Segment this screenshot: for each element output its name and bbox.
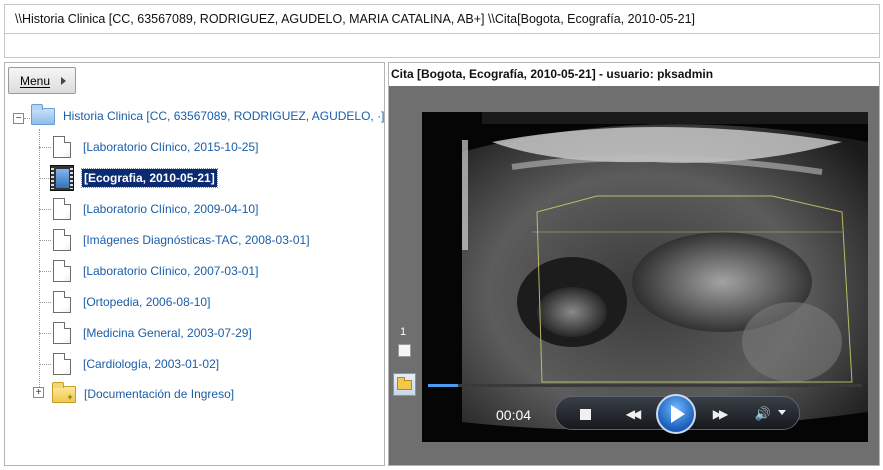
- document-icon: [53, 353, 71, 375]
- tree-folder-label[interactable]: [Documentación de Ingreso]: [82, 385, 236, 403]
- film-icon: [50, 165, 74, 191]
- elapsed-time: 00:04: [496, 407, 532, 423]
- document-icon: [53, 136, 71, 158]
- tree-item[interactable]: [Laboratorio Clínico, 2015-10-25]: [53, 136, 260, 158]
- tree-item-label[interactable]: [Laboratorio Clínico, 2007-03-01]: [81, 262, 260, 280]
- page-number: 1: [400, 326, 407, 338]
- document-icon: [53, 198, 71, 220]
- menu-button[interactable]: Menu: [8, 67, 76, 94]
- open-file-button[interactable]: [393, 373, 416, 396]
- open-folder-icon: [397, 376, 412, 390]
- expand-folder-icon[interactable]: +: [33, 387, 44, 398]
- tree-item-label[interactable]: [Laboratorio Clínico, 2009-04-10]: [81, 200, 260, 218]
- tree-item-label[interactable]: [Medicina General, 2003-07-29]: [81, 324, 254, 342]
- path-text: \\Historia Clinica [CC, 63567089, RODRIG…: [15, 12, 696, 26]
- video-player[interactable]: 00:04 ◀◀ ▶▶ 🔊: [422, 112, 868, 442]
- seek-bar[interactable]: [428, 384, 862, 387]
- ultrasound-frame: [422, 112, 868, 442]
- menu-label: Menu: [20, 73, 51, 88]
- path-bar: \\Historia Clinica [CC, 63567089, RODRIG…: [4, 4, 880, 34]
- document-icon: [53, 322, 71, 344]
- seek-bar-fill: [428, 384, 459, 387]
- collapse-root-icon[interactable]: −: [13, 113, 24, 124]
- folder-icon: +: [52, 381, 76, 403]
- tree-item-label[interactable]: [Cardiología, 2003-01-02]: [81, 355, 221, 373]
- volume-dropdown-icon[interactable]: [778, 410, 786, 415]
- open-folder-icon: [31, 103, 55, 125]
- tree-item[interactable]: [Cardiología, 2003-01-02]: [53, 353, 221, 375]
- tree-item[interactable]: [Laboratorio Clínico, 2009-04-10]: [53, 198, 260, 220]
- fast-forward-button[interactable]: ▶▶: [706, 403, 732, 425]
- playback-controls: ◀◀ ▶▶ 🔊: [555, 394, 800, 434]
- tree-root-label[interactable]: Historia Clinica [CC, 63567089, RODRIGUE…: [61, 107, 386, 125]
- tree-item[interactable]: [Laboratorio Clínico, 2007-03-01]: [53, 260, 260, 282]
- document-icon: [53, 260, 71, 282]
- toolbar-strip: [4, 34, 880, 58]
- rewind-button[interactable]: ◀◀: [619, 403, 645, 425]
- tree-item[interactable]: [Medicina General, 2003-07-29]: [53, 322, 254, 344]
- page-checkbox[interactable]: [398, 344, 411, 357]
- stop-button[interactable]: [580, 409, 591, 420]
- tree-folder[interactable]: + [Documentación de Ingreso]: [52, 381, 236, 403]
- play-icon: [671, 405, 685, 423]
- tree-item-selected[interactable]: [Ecografia, 2010-05-21]: [50, 165, 218, 191]
- tree-item-label[interactable]: [Ecografia, 2010-05-21]: [81, 168, 218, 188]
- tree-item[interactable]: [Imágenes Diagnósticas-TAC, 2008-03-01]: [53, 229, 312, 251]
- document-icon: [53, 291, 71, 313]
- menu-arrow-icon: [61, 77, 66, 85]
- tree-item-label[interactable]: [Laboratorio Clínico, 2015-10-25]: [81, 138, 260, 156]
- tree-pane: Menu − Historia Clinica [CC, 63567089, R…: [4, 62, 385, 466]
- tree-item[interactable]: [Ortopedia, 2006-08-10]: [53, 291, 212, 313]
- viewer-title: Cita [Bogota, Ecografía, 2010-05-21] - u…: [391, 67, 714, 81]
- document-icon: [53, 229, 71, 251]
- tree-item-label[interactable]: [Ortopedia, 2006-08-10]: [81, 293, 212, 311]
- play-button[interactable]: [656, 394, 696, 434]
- viewer-area: 1 00:04 ◀◀ ▶▶ 🔊: [389, 86, 879, 465]
- tree-item-label[interactable]: [Imágenes Diagnósticas-TAC, 2008-03-01]: [81, 231, 312, 249]
- tree-root[interactable]: Historia Clinica [CC, 63567089, RODRIGUE…: [31, 103, 386, 125]
- volume-icon[interactable]: 🔊: [752, 404, 774, 424]
- viewer-pane: Cita [Bogota, Ecografía, 2010-05-21] - u…: [388, 62, 880, 466]
